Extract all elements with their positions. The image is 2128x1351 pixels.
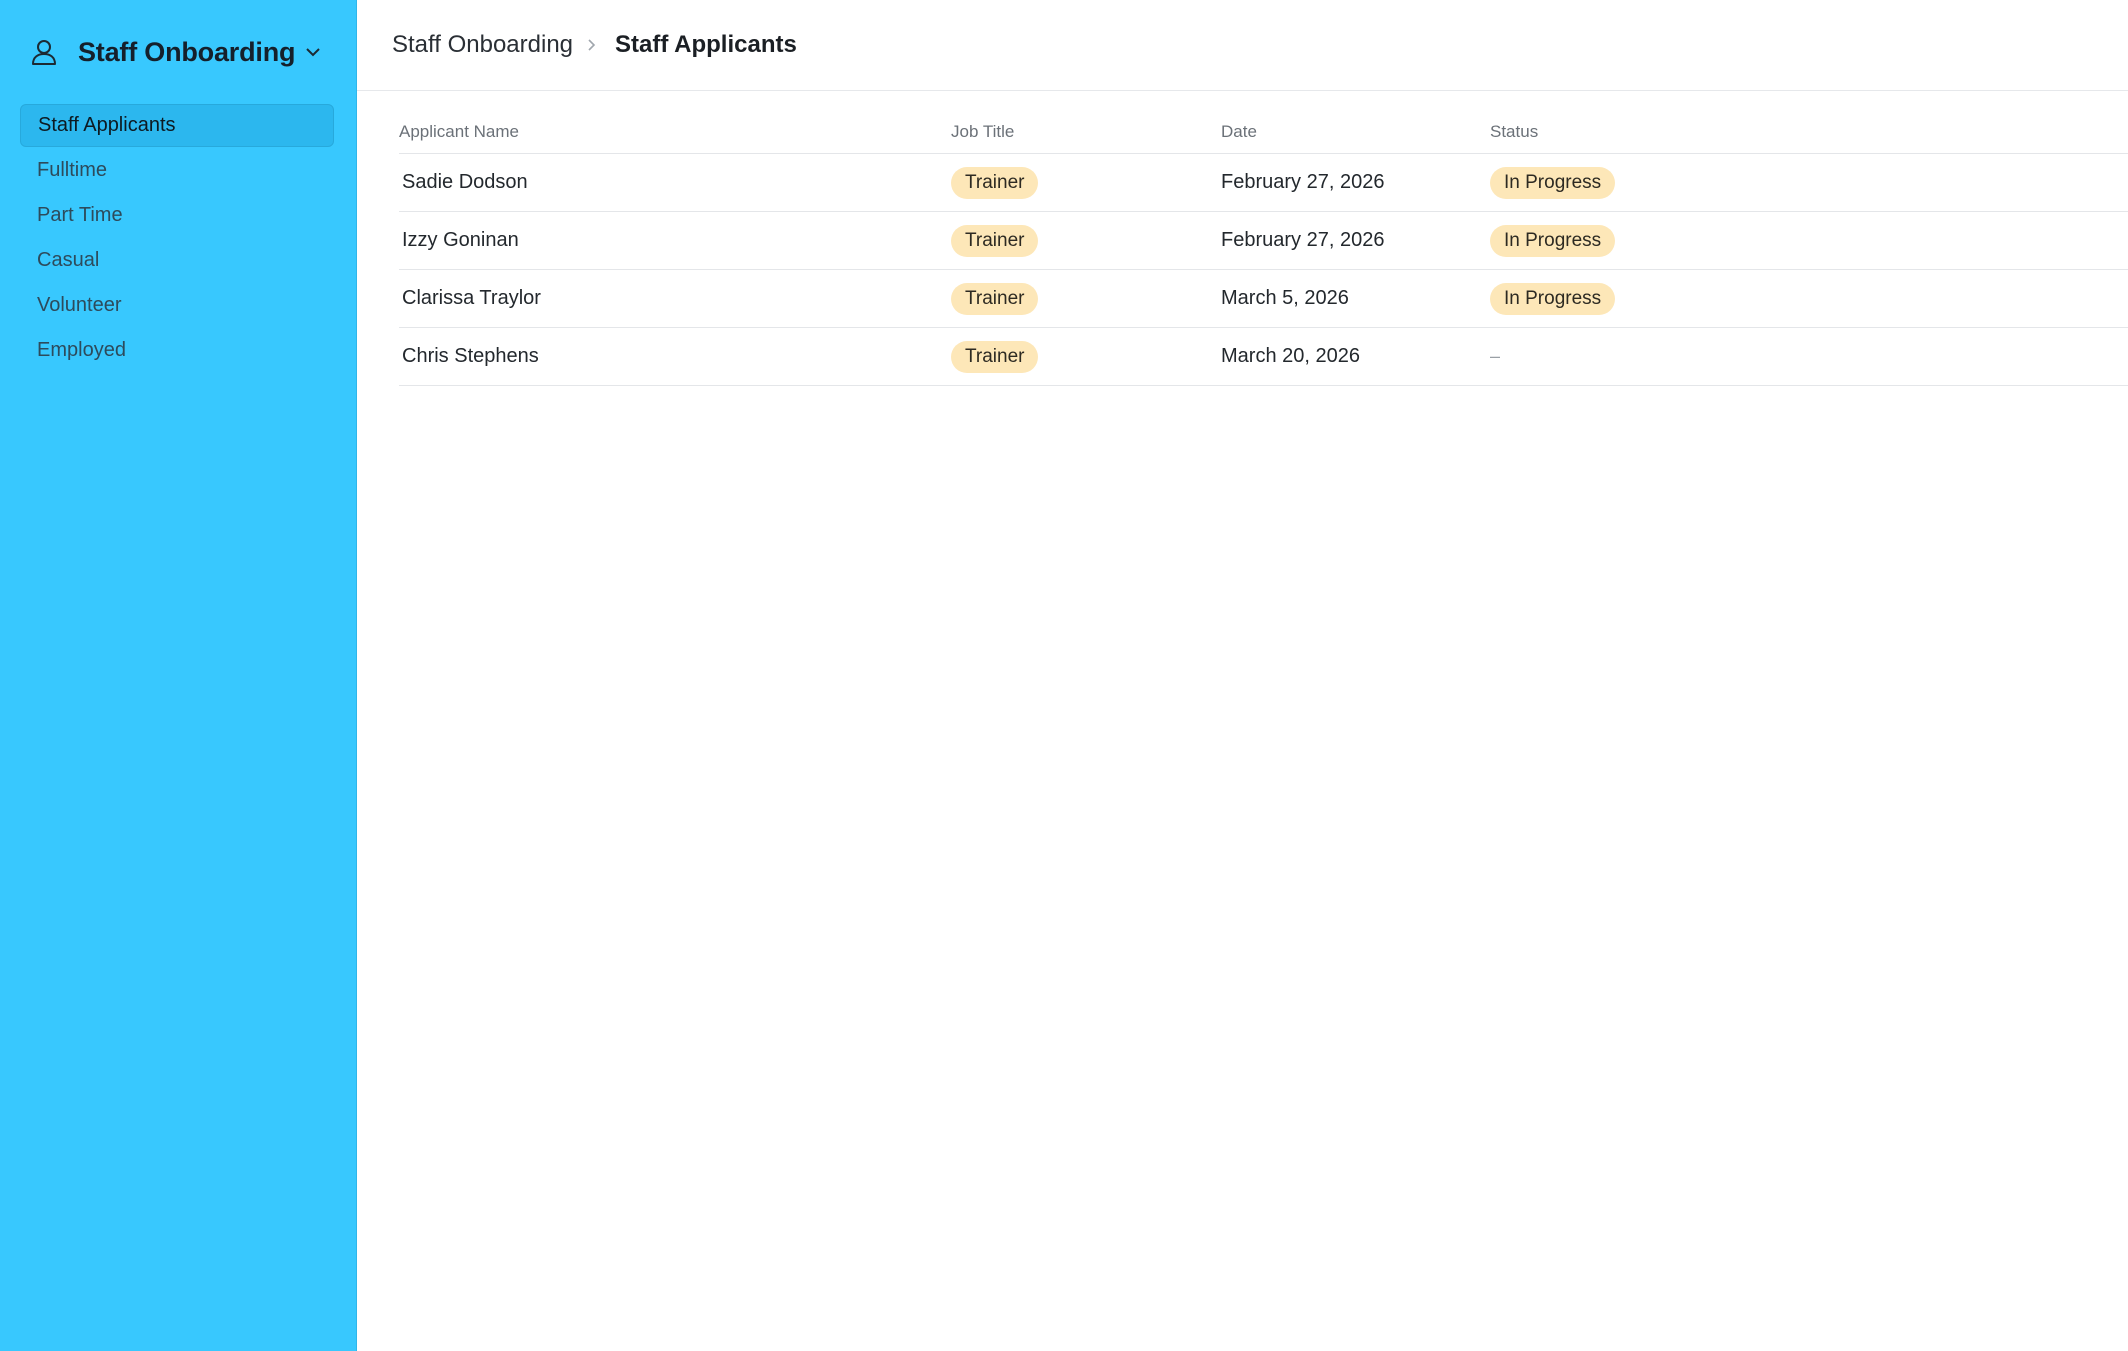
- sidebar-item-casual[interactable]: Casual: [20, 239, 334, 282]
- app-window: Staff Onboarding Staff Applicants Fullti…: [0, 0, 2128, 1351]
- date-cell: February 27, 2026: [1221, 171, 1385, 193]
- job-title-badge: Trainer: [951, 340, 1039, 373]
- status-badge: In Progress: [1490, 282, 1616, 315]
- main-content: Staff Onboarding Staff Applicants Applic…: [357, 0, 2128, 1351]
- job-title-cell: Trainer: [951, 166, 1221, 199]
- table-row[interactable]: Sadie Dodson Trainer February 27, 2026 I…: [399, 154, 2128, 212]
- sidebar-item-employed[interactable]: Employed: [20, 329, 334, 372]
- applicant-name-cell: Sadie Dodson: [402, 171, 528, 193]
- table-header-row: Applicant Name Job Title Date Status: [399, 110, 2128, 154]
- user-icon: [28, 36, 60, 68]
- column-header-date[interactable]: Date: [1221, 122, 1490, 142]
- date-cell: February 27, 2026: [1221, 229, 1385, 251]
- status-empty: –: [1490, 346, 1501, 366]
- breadcrumb-root-link[interactable]: Staff Onboarding: [392, 31, 573, 59]
- status-badge: In Progress: [1490, 166, 1616, 199]
- column-header-job-title[interactable]: Job Title: [951, 122, 1221, 142]
- job-title-badge: Trainer: [951, 282, 1039, 315]
- workspace-title: Staff Onboarding: [78, 36, 296, 67]
- status-cell: In Progress: [1490, 166, 2128, 199]
- workspace-switcher[interactable]: Staff Onboarding: [28, 30, 323, 74]
- status-cell: –: [1490, 346, 2128, 367]
- applicant-name-cell: Chris Stephens: [402, 345, 539, 367]
- job-title-cell: Trainer: [951, 282, 1221, 315]
- sidebar-item-part-time[interactable]: Part Time: [20, 194, 334, 237]
- sidebar: Staff Onboarding Staff Applicants Fullti…: [0, 0, 357, 1351]
- job-title-badge: Trainer: [951, 224, 1039, 257]
- sidebar-item-volunteer[interactable]: Volunteer: [20, 284, 334, 327]
- status-badge: In Progress: [1490, 224, 1616, 257]
- job-title-badge: Trainer: [951, 166, 1039, 199]
- table-row[interactable]: Chris Stephens Trainer March 20, 2026 –: [399, 328, 2128, 386]
- job-title-cell: Trainer: [951, 340, 1221, 373]
- breadcrumb: Staff Onboarding Staff Applicants: [357, 0, 2128, 91]
- applicant-name-cell: Izzy Goninan: [402, 229, 519, 251]
- table-row[interactable]: Izzy Goninan Trainer February 27, 2026 I…: [399, 212, 2128, 270]
- chevron-down-icon: [305, 43, 323, 61]
- job-title-cell: Trainer: [951, 224, 1221, 257]
- column-header-applicant-name[interactable]: Applicant Name: [399, 122, 951, 142]
- status-cell: In Progress: [1490, 224, 2128, 257]
- date-cell: March 20, 2026: [1221, 345, 1360, 367]
- chevron-right-icon: [587, 38, 601, 52]
- sidebar-item-fulltime[interactable]: Fulltime: [20, 149, 334, 192]
- applicants-table: Applicant Name Job Title Date Status Sad…: [399, 110, 2128, 386]
- date-cell: March 5, 2026: [1221, 287, 1349, 309]
- status-cell: In Progress: [1490, 282, 2128, 315]
- sidebar-nav: Staff Applicants Fulltime Part Time Casu…: [20, 104, 334, 374]
- column-header-status[interactable]: Status: [1490, 122, 2128, 142]
- table-row[interactable]: Clarissa Traylor Trainer March 5, 2026 I…: [399, 270, 2128, 328]
- sidebar-item-staff-applicants[interactable]: Staff Applicants: [20, 104, 334, 147]
- applicant-name-cell: Clarissa Traylor: [402, 287, 541, 309]
- page-title: Staff Applicants: [615, 31, 797, 58]
